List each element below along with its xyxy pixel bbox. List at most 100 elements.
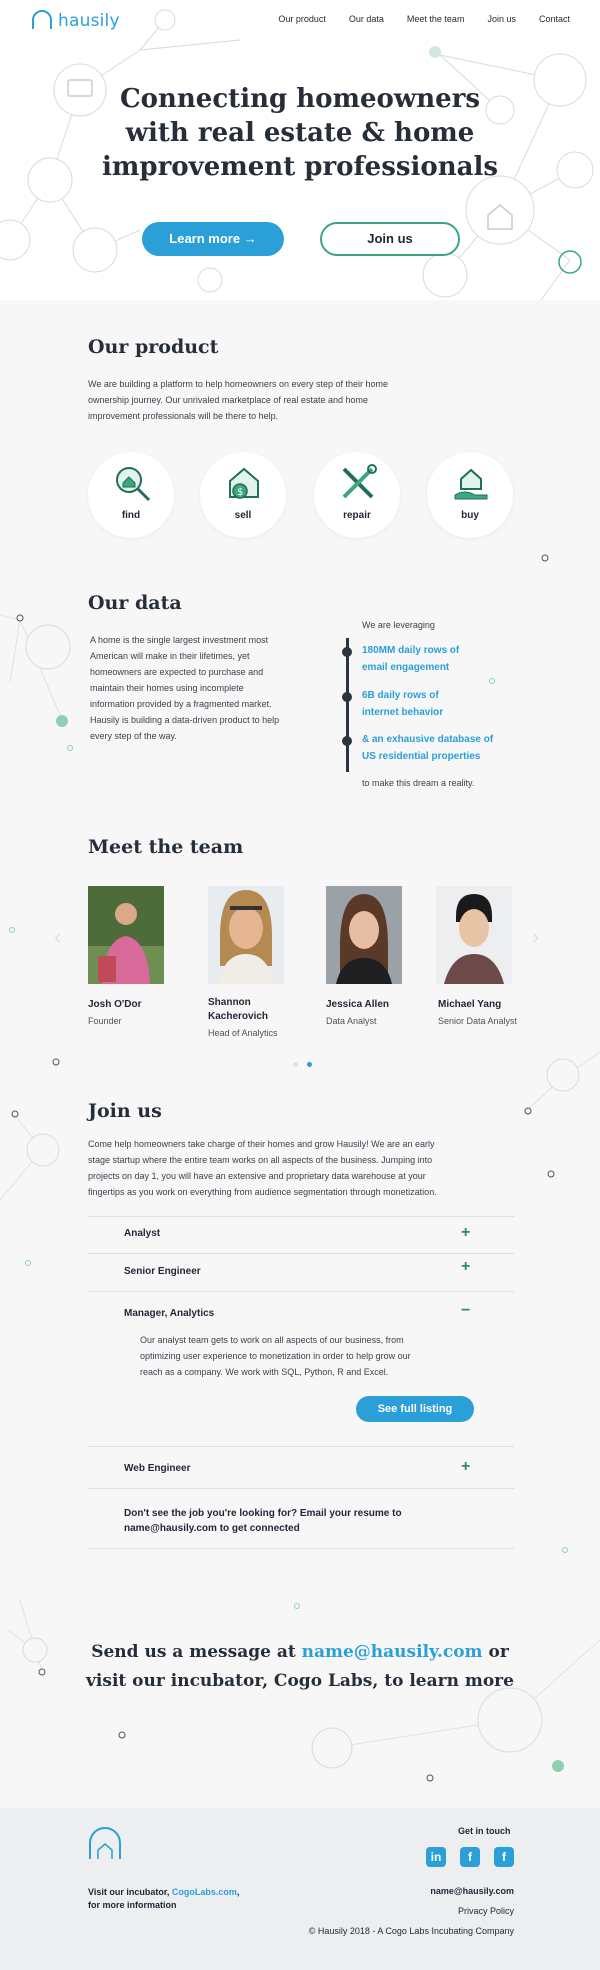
description-line: information provided by a fragmented mar…: [90, 699, 272, 709]
timeline-dot: [342, 736, 352, 746]
footer-email[interactable]: name@hausily.com: [430, 1886, 514, 1896]
contact-line-1: Send us a message at name@hausily.com or: [0, 1638, 600, 1667]
team-photo-shannon: [208, 886, 284, 984]
team-name-michael: Michael Yang: [438, 999, 502, 1010]
get-in-touch-label: Get in touch: [458, 1826, 511, 1836]
stat-line: US residential properties: [362, 751, 481, 762]
job-manager-analytics-detail: Our analyst team gets to work on all asp…: [140, 1332, 470, 1380]
description-line: homeowners are expected to purchase and: [90, 667, 264, 677]
product-buy-card[interactable]: buy: [427, 452, 513, 538]
expand-plus-icon[interactable]: +: [461, 1459, 470, 1475]
team-role-michael: Senior Data Analyst: [438, 1016, 518, 1026]
our-data-description: A home is the single largest investment …: [90, 632, 310, 744]
footer-text: Visit our incubator,: [88, 1887, 172, 1897]
facebook-icon[interactable]: f: [494, 1847, 514, 1867]
divider: [88, 1291, 514, 1292]
top-nav: hausily Our product Our data Meet the te…: [0, 0, 600, 42]
logo[interactable]: hausily: [30, 9, 120, 33]
our-data-heading: Our data: [88, 592, 182, 614]
stat-line: 180MM daily rows of: [362, 645, 460, 656]
product-label-buy: buy: [461, 510, 479, 521]
nav-meet-the-team[interactable]: Meet the team: [407, 14, 465, 24]
team-photo-michael: [436, 886, 512, 984]
nav-our-data[interactable]: Our data: [349, 14, 384, 24]
job-analyst-title[interactable]: Analyst: [124, 1228, 160, 1239]
team-role-shannon: Head of Analytics: [208, 1028, 278, 1038]
carousel-prev-arrow-icon[interactable]: ‹: [54, 924, 61, 950]
join-us-button[interactable]: Join us: [320, 222, 460, 256]
divider: [88, 1488, 514, 1489]
join-us-description: Come help homeowners take charge of thei…: [88, 1136, 528, 1200]
description-line: A home is the single largest investment …: [90, 635, 269, 645]
footer-logo-icon[interactable]: [86, 1826, 124, 1862]
copyright-text: © Hausily 2018 - A Cogo Labs Incubating …: [308, 1926, 514, 1936]
divider: [88, 1253, 514, 1254]
linkedin-icon[interactable]: in: [426, 1847, 446, 1867]
description-line: ownership journey. Our unrivaled marketp…: [88, 395, 368, 405]
description-line: projects on day 1, you will have an exte…: [88, 1171, 426, 1181]
privacy-policy-link[interactable]: Privacy Policy: [458, 1906, 514, 1916]
team-photo-jessica: [326, 886, 402, 984]
contact-text: or: [482, 1642, 509, 1662]
stat-line: & an exhausive database of: [362, 734, 494, 745]
detail-line: Our analyst team gets to work on all asp…: [140, 1335, 404, 1345]
our-product-heading: Our product: [88, 336, 219, 358]
team-name-josh: Josh O'Dor: [88, 999, 142, 1010]
timeline-dot: [342, 692, 352, 702]
leveraging-intro: We are leveraging: [362, 620, 435, 630]
meet-the-team-heading: Meet the team: [88, 836, 244, 858]
nav-contact[interactable]: Contact: [539, 14, 570, 24]
footer-incubator-line: for more information: [88, 1900, 177, 1910]
footer-incubator-text: Visit our incubator, CogoLabs.com, for m…: [88, 1886, 239, 1912]
hand-house-icon: [454, 468, 488, 500]
description-line: stage startup where the entire team work…: [88, 1155, 433, 1165]
cta-line: name@hausily.com to get connected: [124, 1523, 300, 1534]
carousel-dot[interactable]: [293, 1062, 298, 1067]
carousel-dot-active[interactable]: [307, 1062, 312, 1067]
collapse-minus-icon[interactable]: −: [461, 1303, 470, 1319]
description-line: every step of the way.: [90, 731, 177, 741]
description-line: American will make in their lifetimes, y…: [90, 651, 250, 661]
data-stat-email: 180MM daily rows of email engagement: [362, 642, 459, 676]
contact-email-link[interactable]: name@hausily.com: [302, 1642, 483, 1662]
team-name-shannon: Shannon Kacherovich: [208, 996, 268, 1024]
team-name-jessica: Jessica Allen: [326, 999, 390, 1010]
description-line: Hausily is building a data-driven produc…: [90, 715, 280, 725]
data-stat-internet: 6B daily rows of internet behavior: [362, 687, 443, 721]
timeline-dot: [342, 647, 352, 657]
divider: [88, 1548, 514, 1549]
stat-line: email engagement: [362, 662, 450, 673]
expand-plus-icon[interactable]: +: [461, 1225, 470, 1241]
team-name-line: Shannon: [208, 997, 251, 1008]
product-repair-card[interactable]: repair: [314, 452, 400, 538]
data-stat-properties: & an exhausive database of US residentia…: [362, 731, 493, 765]
team-role-josh: Founder: [88, 1016, 122, 1026]
hero-title-line: improvement professionals: [102, 152, 498, 182]
nav-our-product[interactable]: Our product: [278, 14, 326, 24]
facebook-icon[interactable]: f: [460, 1847, 480, 1867]
footer-incubator-line: Visit our incubator, CogoLabs.com,: [88, 1886, 239, 1899]
learn-more-button[interactable]: Learn more →: [142, 222, 284, 256]
carousel-next-arrow-icon[interactable]: ›: [532, 924, 539, 950]
description-line: improvement professionals will be there …: [88, 411, 279, 421]
logo-text: hausily: [58, 11, 120, 31]
nav-join-us[interactable]: Join us: [487, 14, 516, 24]
job-manager-analytics-title[interactable]: Manager, Analytics: [124, 1308, 214, 1319]
svg-text:$: $: [237, 487, 243, 498]
expand-plus-icon[interactable]: +: [461, 1259, 470, 1275]
see-full-listing-button[interactable]: See full listing: [356, 1396, 474, 1422]
product-find-card[interactable]: find: [88, 452, 174, 538]
cogolabs-link[interactable]: CogoLabs.com: [172, 1887, 237, 1897]
product-sell-card[interactable]: $ sell: [200, 452, 286, 538]
job-senior-engineer-title[interactable]: Senior Engineer: [124, 1266, 201, 1277]
contact-line-2: visit our incubator, Cogo Labs, to learn…: [86, 1671, 514, 1691]
contact-message: Send us a message at name@hausily.com or…: [0, 1638, 600, 1696]
cta-line: Don't see the job you're looking for? Em…: [124, 1508, 402, 1519]
job-cta-text: Don't see the job you're looking for? Em…: [124, 1506, 402, 1536]
hero-title-line: with real estate & home: [125, 118, 475, 148]
job-web-engineer-title[interactable]: Web Engineer: [124, 1463, 191, 1474]
product-label-repair: repair: [343, 510, 371, 521]
product-label-find: find: [121, 510, 141, 521]
stat-line: 6B daily rows of: [362, 690, 439, 701]
product-label-sell: sell: [234, 510, 252, 521]
